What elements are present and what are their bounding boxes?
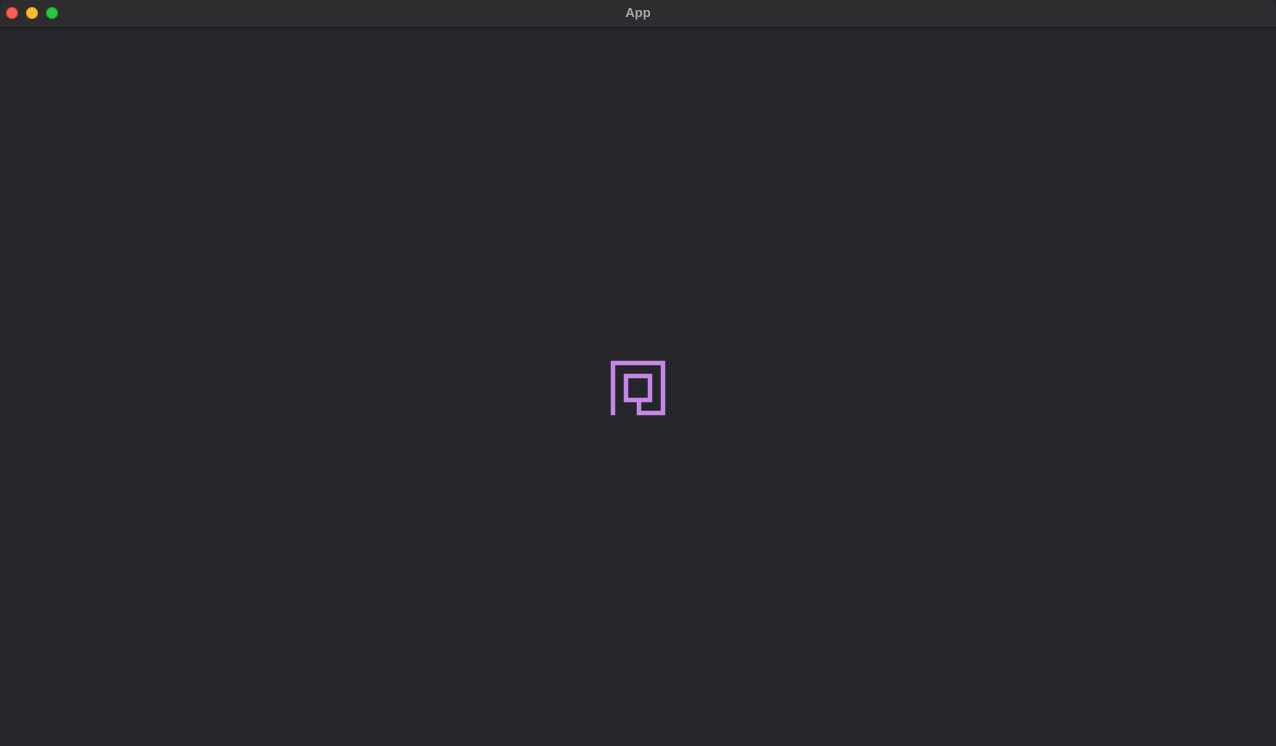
title-bar[interactable]: App [0, 0, 1276, 28]
main-content [0, 28, 1276, 746]
window-title: App [625, 5, 651, 20]
app-window: App [0, 0, 1276, 746]
app-logo-icon [610, 360, 666, 416]
